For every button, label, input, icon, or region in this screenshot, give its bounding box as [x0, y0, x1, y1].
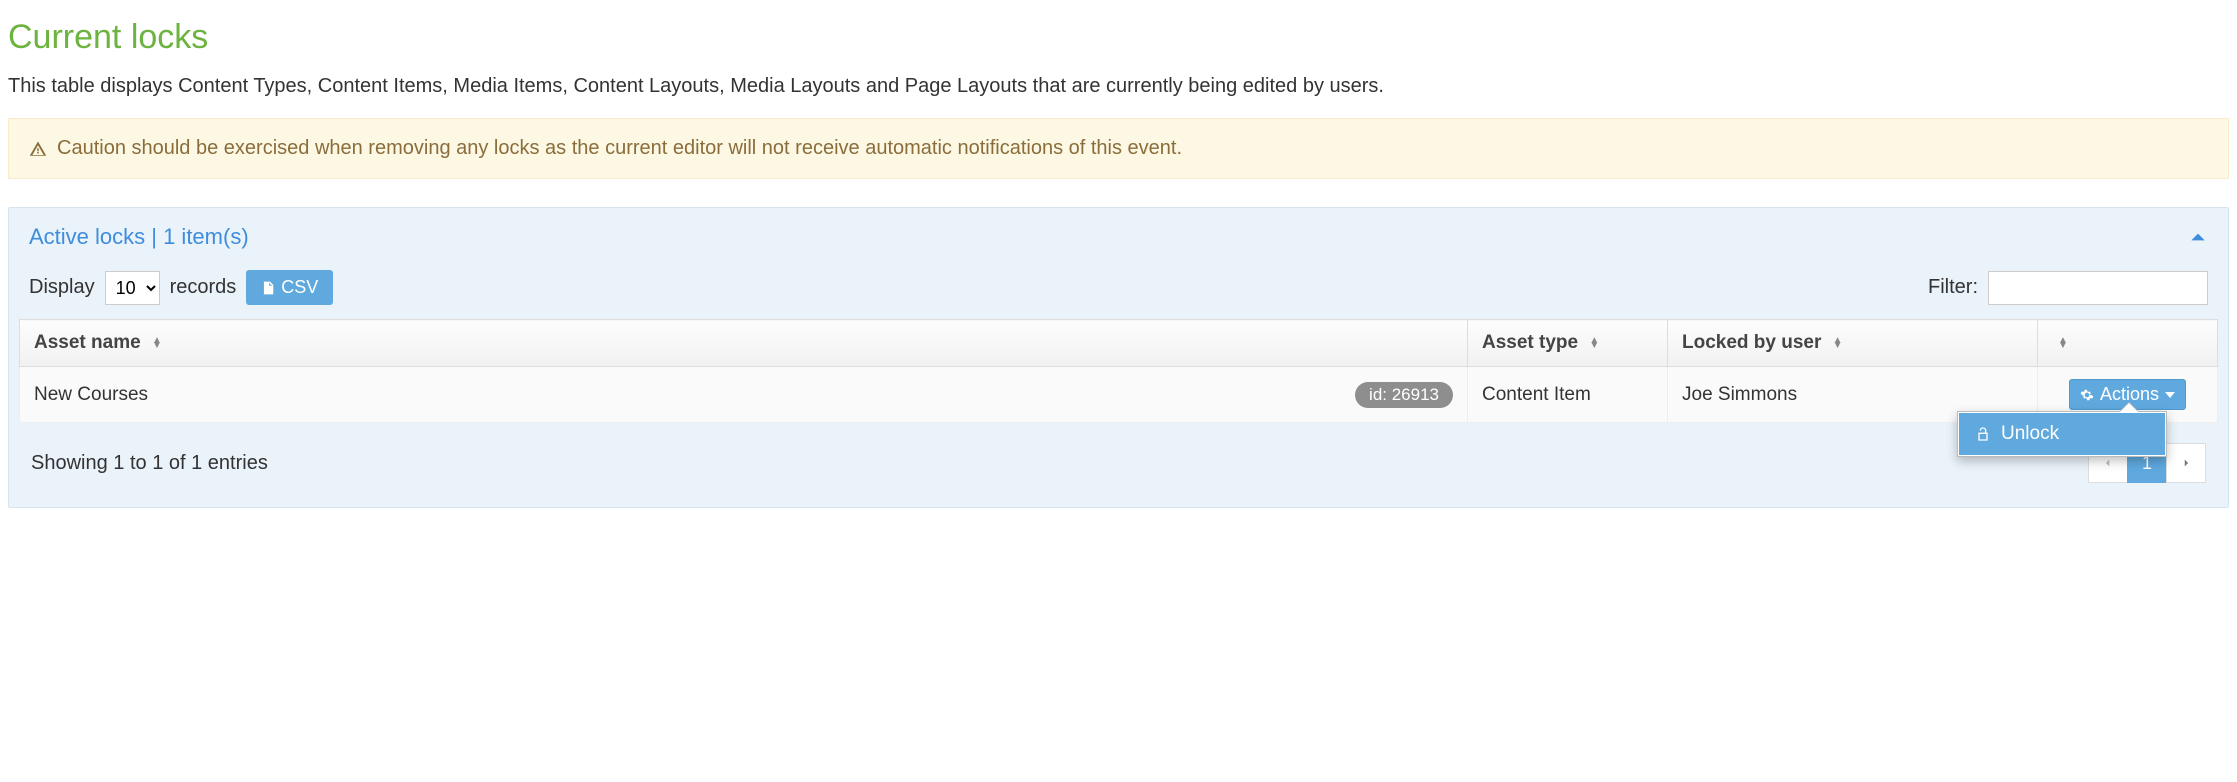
display-count-select[interactable]: 10: [105, 271, 160, 305]
panel-title: Active locks | 1 item(s): [29, 224, 249, 250]
sort-icon: ▲▼: [152, 338, 162, 348]
table-footer: Showing 1 to 1 of 1 entries 1: [19, 423, 2218, 487]
col-locked-by-label: Locked by user: [1682, 332, 1821, 353]
unlock-menu-item[interactable]: Unlock: [1959, 413, 2165, 455]
asset-name: New Courses: [34, 384, 148, 406]
warning-text: Caution should be exercised when removin…: [57, 137, 1182, 160]
filter-label: Filter:: [1928, 276, 1978, 299]
col-actions[interactable]: ▲▼: [2038, 320, 2218, 367]
unlock-label: Unlock: [2001, 423, 2059, 445]
panel-header[interactable]: Active locks | 1 item(s): [9, 208, 2228, 260]
entries-info: Showing 1 to 1 of 1 entries: [31, 452, 268, 475]
file-icon: [261, 280, 275, 296]
asset-type: Content Item: [1468, 367, 1668, 423]
chevron-up-icon: [2188, 227, 2208, 247]
col-asset-name[interactable]: Asset name ▲▼: [20, 320, 1468, 367]
csv-label: CSV: [281, 277, 318, 298]
panel-body: Display 10 records CSV Filter: Asset: [9, 260, 2228, 507]
sort-icon: ▲▼: [1833, 338, 1843, 348]
page-title: Current locks: [8, 18, 2229, 57]
chevron-left-icon: [2103, 456, 2113, 470]
sort-icon: ▲▼: [2058, 338, 2068, 348]
col-asset-type-label: Asset type: [1482, 332, 1578, 353]
gear-icon: [2080, 388, 2094, 402]
col-asset-type[interactable]: Asset type ▲▼: [1468, 320, 1668, 367]
table-row: New Courses id: 26913 Content Item Joe S…: [20, 367, 2218, 423]
caret-down-icon: [2165, 392, 2175, 398]
asset-id-badge: id: 26913: [1355, 382, 1453, 408]
active-locks-panel: Active locks | 1 item(s) Display 10 reco…: [8, 207, 2229, 508]
table-controls: Display 10 records CSV Filter:: [19, 264, 2218, 319]
display-label-pre: Display: [29, 276, 95, 299]
col-asset-name-label: Asset name: [34, 332, 141, 353]
chevron-right-icon: [2181, 456, 2191, 470]
locks-table: Asset name ▲▼ Asset type ▲▼ Locked by us…: [19, 319, 2218, 423]
display-label-post: records: [170, 276, 237, 299]
warning-triangle-icon: [29, 140, 47, 158]
export-csv-button[interactable]: CSV: [246, 270, 333, 305]
unlock-icon: [1975, 426, 1991, 442]
next-page-button[interactable]: [2166, 443, 2206, 483]
page-intro: This table displays Content Types, Conte…: [8, 75, 2229, 98]
filter-input[interactable]: [1988, 271, 2208, 305]
actions-dropdown: Unlock: [1957, 411, 2167, 457]
col-locked-by[interactable]: Locked by user ▲▼: [1668, 320, 2038, 367]
warning-alert: Caution should be exercised when removin…: [8, 118, 2229, 179]
sort-icon: ▲▼: [1589, 338, 1599, 348]
actions-label: Actions: [2100, 384, 2159, 405]
